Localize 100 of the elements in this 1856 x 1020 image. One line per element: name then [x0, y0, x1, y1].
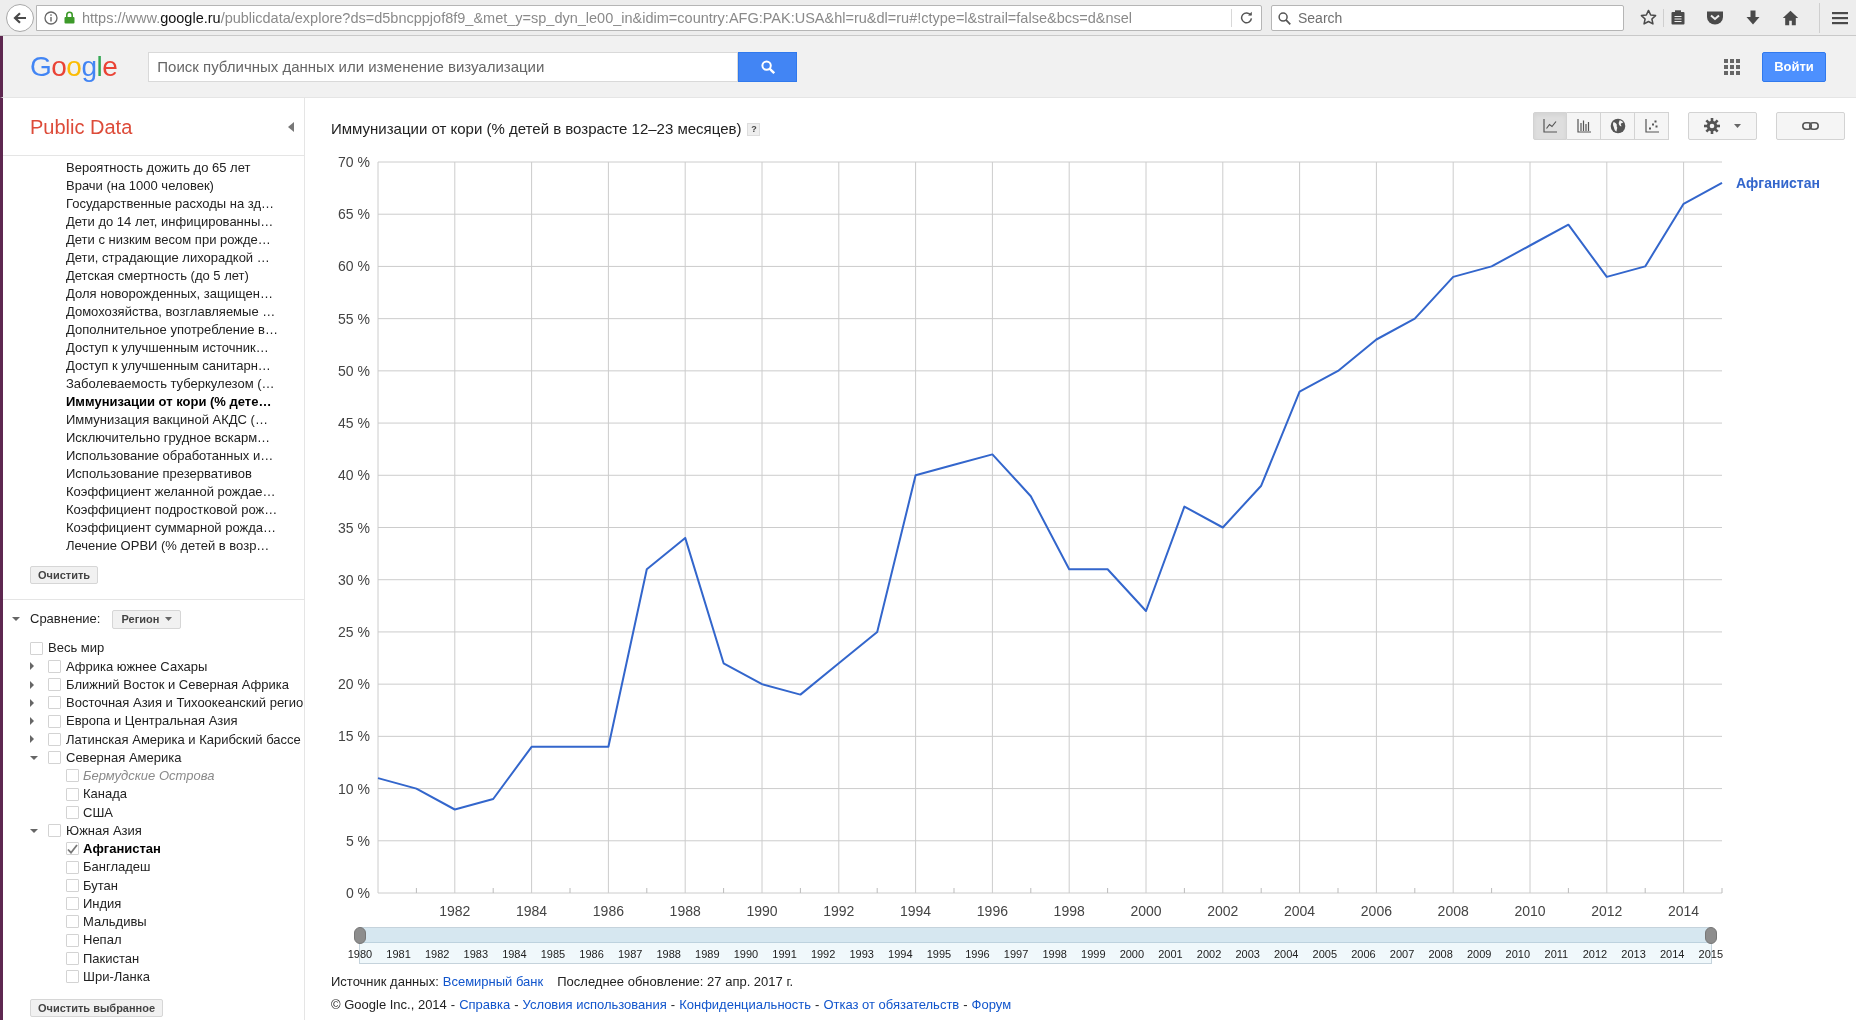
checkbox[interactable]	[48, 696, 61, 710]
region-item[interactable]: Ближний Восток и Северная Африка	[66, 674, 289, 695]
checkbox[interactable]	[66, 860, 79, 874]
link-button[interactable]	[1776, 112, 1845, 140]
country-item[interactable]: Канада	[83, 784, 128, 804]
search-input[interactable]: Поиск публичных данных или изменение визуализации	[148, 51, 739, 82]
indicator-item[interactable]: Исключительно грудное вскарм…	[66, 429, 271, 447]
address-bar[interactable]: https://www.google.ru/publicdata/explore?ds=d5bncppjof8f9_&met_y=sp_dyn_le00_in&idim=country:AFG:PAK:USA&hl=ru&dl=ru#!ctype=l&strail=false&bcs=d&nsel	[36, 4, 1262, 31]
indicator-item[interactable]: Иммунизации от кори (% дете…	[66, 393, 272, 411]
caret-left-icon[interactable]	[288, 121, 294, 132]
country-item[interactable]: Пакистан	[83, 948, 140, 969]
indicator-item[interactable]: Доступ к улучшенным санитарн…	[66, 357, 271, 375]
country-item[interactable]: Бангладеш	[83, 857, 151, 877]
region-dropdown[interactable]: Регион	[112, 609, 182, 629]
country-item[interactable]: Мальдивы	[83, 912, 147, 932]
indicator-item[interactable]: Лечение ОРВИ (% детей в возр…	[66, 537, 270, 555]
checkbox[interactable]	[48, 659, 61, 673]
star-icon[interactable]	[1640, 9, 1657, 26]
reload-icon[interactable]	[1240, 11, 1253, 24]
checkbox[interactable]	[48, 678, 61, 692]
checkbox[interactable]	[48, 714, 61, 728]
caret-right-icon[interactable]	[30, 735, 34, 744]
indicator-item[interactable]: Использование презервативов	[66, 465, 252, 483]
indicator-item[interactable]: Домохозяйства, возглавляемые …	[66, 303, 276, 321]
indicator-item[interactable]: Вероятность дожить до 65 лет	[66, 159, 251, 177]
checkbox[interactable]	[66, 915, 79, 929]
indicator-item[interactable]: Коэффициент желанной рождае…	[66, 483, 276, 501]
clear-selected-button[interactable]: Очистить выбранное	[30, 998, 164, 1017]
footer-link[interactable]: Условия использования	[522, 995, 667, 1015]
indicator-item[interactable]: Использование обработанных и…	[66, 447, 274, 465]
indicator-item[interactable]: Коэффициент подростковой рож…	[66, 501, 278, 519]
checkbox[interactable]	[66, 878, 79, 892]
checkbox[interactable]	[66, 805, 79, 819]
down-arrow-icon[interactable]	[1746, 10, 1760, 25]
indicator-item[interactable]: Дети до 14 лет, инфицированны…	[66, 213, 274, 231]
bar-chart-button[interactable]	[1567, 112, 1601, 140]
menu-icon[interactable]	[1832, 10, 1848, 25]
checked-checkbox[interactable]	[66, 842, 79, 856]
country-item[interactable]: Непал	[83, 930, 122, 950]
caret-right-icon[interactable]	[30, 662, 34, 671]
range-handle[interactable]	[1705, 927, 1717, 944]
help-button[interactable]: ?	[747, 123, 761, 136]
info-icon[interactable]	[44, 10, 58, 25]
region-item[interactable]: Южная Азия	[66, 820, 142, 841]
checkbox[interactable]	[66, 951, 79, 965]
caret-down-icon[interactable]	[12, 617, 20, 621]
region-item[interactable]: Восточная Азия и Тихоокеанский регио	[66, 693, 304, 713]
checkbox[interactable]	[30, 641, 43, 655]
checkbox[interactable]	[66, 933, 79, 947]
map-button[interactable]	[1601, 112, 1635, 140]
country-item[interactable]: Бутан	[83, 875, 118, 896]
clipboard-icon[interactable]	[1671, 10, 1685, 25]
source-link[interactable]: Всемирный банк	[442, 972, 544, 992]
country-item[interactable]: Шри-Ланка	[83, 966, 150, 987]
checkbox[interactable]	[48, 824, 61, 838]
caret-right-icon[interactable]	[30, 717, 34, 726]
series-label[interactable]: Афганистан	[1736, 174, 1820, 191]
region-item[interactable]: Весь мир	[48, 638, 105, 658]
checkbox[interactable]	[66, 970, 79, 984]
shield-chevron-icon[interactable]	[1706, 10, 1724, 25]
search-button[interactable]	[738, 51, 798, 82]
footer-link[interactable]: Отказ от обязательств	[823, 995, 960, 1015]
indicator-item[interactable]: Доля новорожденных, защищен…	[66, 285, 273, 303]
line-chart-button[interactable]	[1533, 112, 1567, 140]
region-item[interactable]: Северная Америка	[66, 747, 182, 768]
footer-link[interactable]: Справка	[459, 995, 511, 1015]
indicator-item[interactable]: Государственные расходы на зд…	[66, 195, 275, 213]
checkbox[interactable]	[66, 787, 79, 801]
indicator-item[interactable]: Коэффициент суммарной рожда…	[66, 519, 277, 537]
indicator-item[interactable]: Детская смертность (до 5 лет)	[66, 267, 249, 285]
checkbox[interactable]	[48, 732, 61, 746]
indicator-item[interactable]: Дети с низким весом при рожде…	[66, 231, 271, 249]
caret-down-icon[interactable]	[30, 828, 38, 833]
checkbox[interactable]	[48, 751, 61, 765]
indicator-item[interactable]: Врачи (на 1000 человек)	[66, 177, 214, 195]
country-item[interactable]: Индия	[83, 893, 122, 914]
country-item[interactable]: Афганистан	[83, 839, 161, 859]
caret-right-icon[interactable]	[30, 698, 34, 707]
region-item[interactable]: Африка южнее Сахары	[66, 656, 208, 677]
indicator-item[interactable]: Дополнительное употребление в…	[66, 321, 279, 339]
clear-button[interactable]: Очистить	[30, 566, 99, 584]
indicator-item[interactable]: Дети, страдающие лихорадкой …	[66, 249, 270, 267]
browser-search-field[interactable]: Search	[1271, 4, 1624, 31]
footer-link[interactable]: Конфиденциальность	[679, 995, 812, 1015]
country-item[interactable]: США	[83, 802, 113, 823]
footer-link[interactable]: Форум	[971, 995, 1012, 1015]
timeline-year: 2015	[1697, 947, 1724, 962]
caret-right-icon[interactable]	[30, 680, 34, 689]
region-item[interactable]: Латинская Америка и Карибский бассе	[66, 729, 301, 750]
indicator-item[interactable]: Заболеваемость туберкулезом (…	[66, 375, 275, 393]
indicator-item[interactable]: Доступ к улучшенным источник…	[66, 339, 269, 357]
indicator-item[interactable]: Иммунизация вакциной АКДС (…	[66, 411, 268, 429]
caret-down-icon[interactable]	[30, 755, 38, 760]
apps-grid-icon[interactable]	[1724, 58, 1740, 75]
checkbox[interactable]	[66, 897, 79, 911]
back-button[interactable]	[6, 3, 34, 32]
settings-button[interactable]	[1688, 112, 1757, 140]
region-item[interactable]: Европа и Центральная Азия	[66, 711, 238, 731]
home-icon[interactable]	[1782, 9, 1799, 26]
range-handle[interactable]	[354, 927, 366, 944]
